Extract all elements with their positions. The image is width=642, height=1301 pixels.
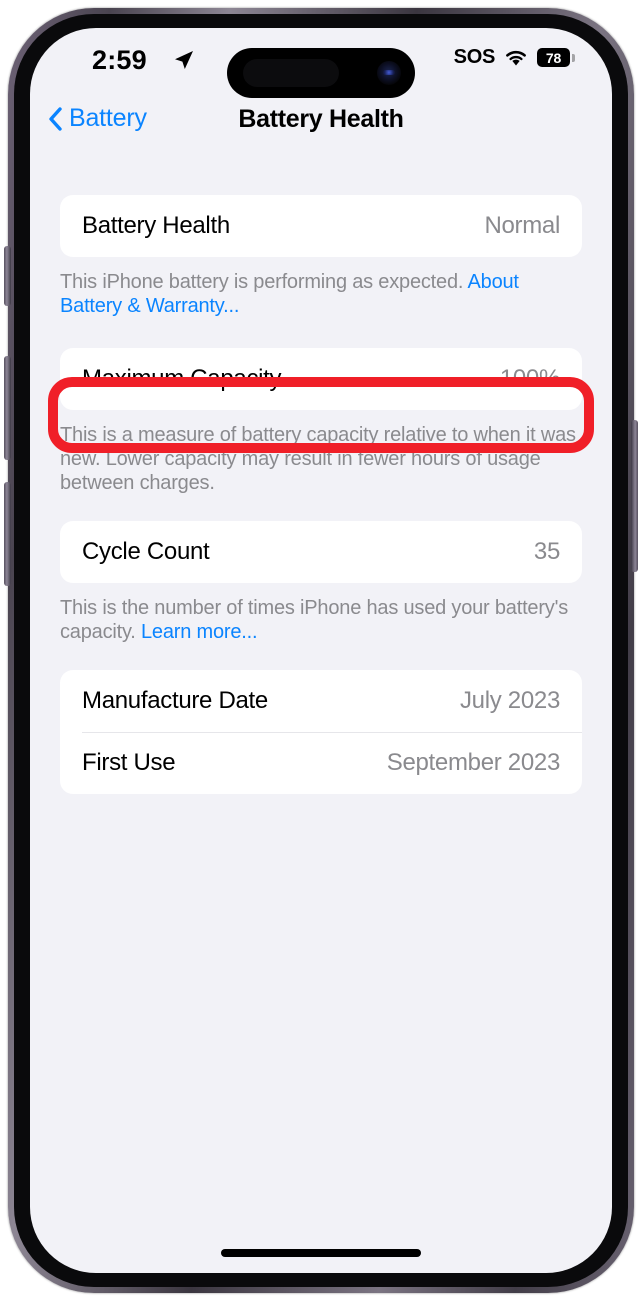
home-indicator[interactable] bbox=[221, 1249, 421, 1257]
section-battery-dates: Manufacture Date July 2023 First Use Sep… bbox=[60, 670, 582, 794]
row-label: First Use bbox=[82, 749, 176, 776]
row-maximum-capacity[interactable]: Maximum Capacity 100% bbox=[60, 348, 582, 410]
footer-cycle-count: This is the number of times iPhone has u… bbox=[60, 596, 582, 644]
sos-label: SOS bbox=[453, 46, 496, 68]
wifi-icon bbox=[506, 50, 526, 66]
footer-battery-health: This iPhone battery is performing as exp… bbox=[60, 270, 582, 318]
footer-maximum-capacity: This is a measure of battery capacity re… bbox=[60, 423, 582, 495]
row-label: Maximum Capacity bbox=[82, 365, 282, 392]
row-label: Battery Health bbox=[82, 212, 230, 239]
location-arrow-icon bbox=[175, 51, 193, 69]
section-cycle-count: Cycle Count 35 bbox=[60, 521, 582, 583]
action-button[interactable] bbox=[4, 246, 11, 306]
status-bar-right: SOS 78 bbox=[453, 46, 575, 69]
row-battery-health[interactable]: Battery Health Normal bbox=[60, 195, 582, 257]
row-value: 100% bbox=[499, 365, 560, 392]
row-value: 35 bbox=[533, 538, 560, 565]
earpiece-speaker-icon bbox=[243, 59, 339, 87]
footer-text: This is the number of times iPhone has u… bbox=[60, 597, 569, 643]
row-cycle-count[interactable]: Cycle Count 35 bbox=[60, 521, 582, 583]
row-label: Cycle Count bbox=[82, 538, 210, 565]
row-manufacture-date[interactable]: Manufacture Date July 2023 bbox=[60, 670, 582, 732]
iphone-device: 2:59 SOS 78 Battery Battery Health Batte… bbox=[0, 0, 642, 1301]
row-label: Manufacture Date bbox=[82, 687, 268, 714]
page-title: Battery Health bbox=[238, 105, 404, 133]
row-value: July 2023 bbox=[459, 687, 560, 714]
volume-up-button[interactable] bbox=[4, 356, 11, 460]
device-screen: 2:59 SOS 78 Battery Battery Health Batte… bbox=[30, 28, 612, 1273]
section-maximum-capacity: Maximum Capacity 100% bbox=[60, 348, 582, 410]
front-camera-icon bbox=[377, 61, 401, 85]
navigation-bar: Battery Battery Health bbox=[30, 94, 612, 150]
learn-more-link[interactable]: Learn more... bbox=[141, 621, 258, 643]
row-value: September 2023 bbox=[386, 749, 561, 776]
battery-indicator: 78 bbox=[537, 48, 575, 67]
section-battery-health: Battery Health Normal bbox=[60, 195, 582, 257]
footer-text: This iPhone battery is performing as exp… bbox=[60, 271, 468, 293]
row-first-use[interactable]: First Use September 2023 bbox=[60, 732, 582, 794]
status-time: 2:59 bbox=[92, 45, 147, 75]
settings-list: Battery Health Normal This iPhone batter… bbox=[30, 150, 612, 1273]
row-value: Normal bbox=[484, 212, 560, 239]
dynamic-island[interactable] bbox=[227, 48, 415, 98]
battery-percent-label: 78 bbox=[545, 49, 562, 66]
power-button[interactable] bbox=[631, 420, 638, 572]
footer-text: This is a measure of battery capacity re… bbox=[60, 424, 576, 494]
volume-down-button[interactable] bbox=[4, 482, 11, 586]
